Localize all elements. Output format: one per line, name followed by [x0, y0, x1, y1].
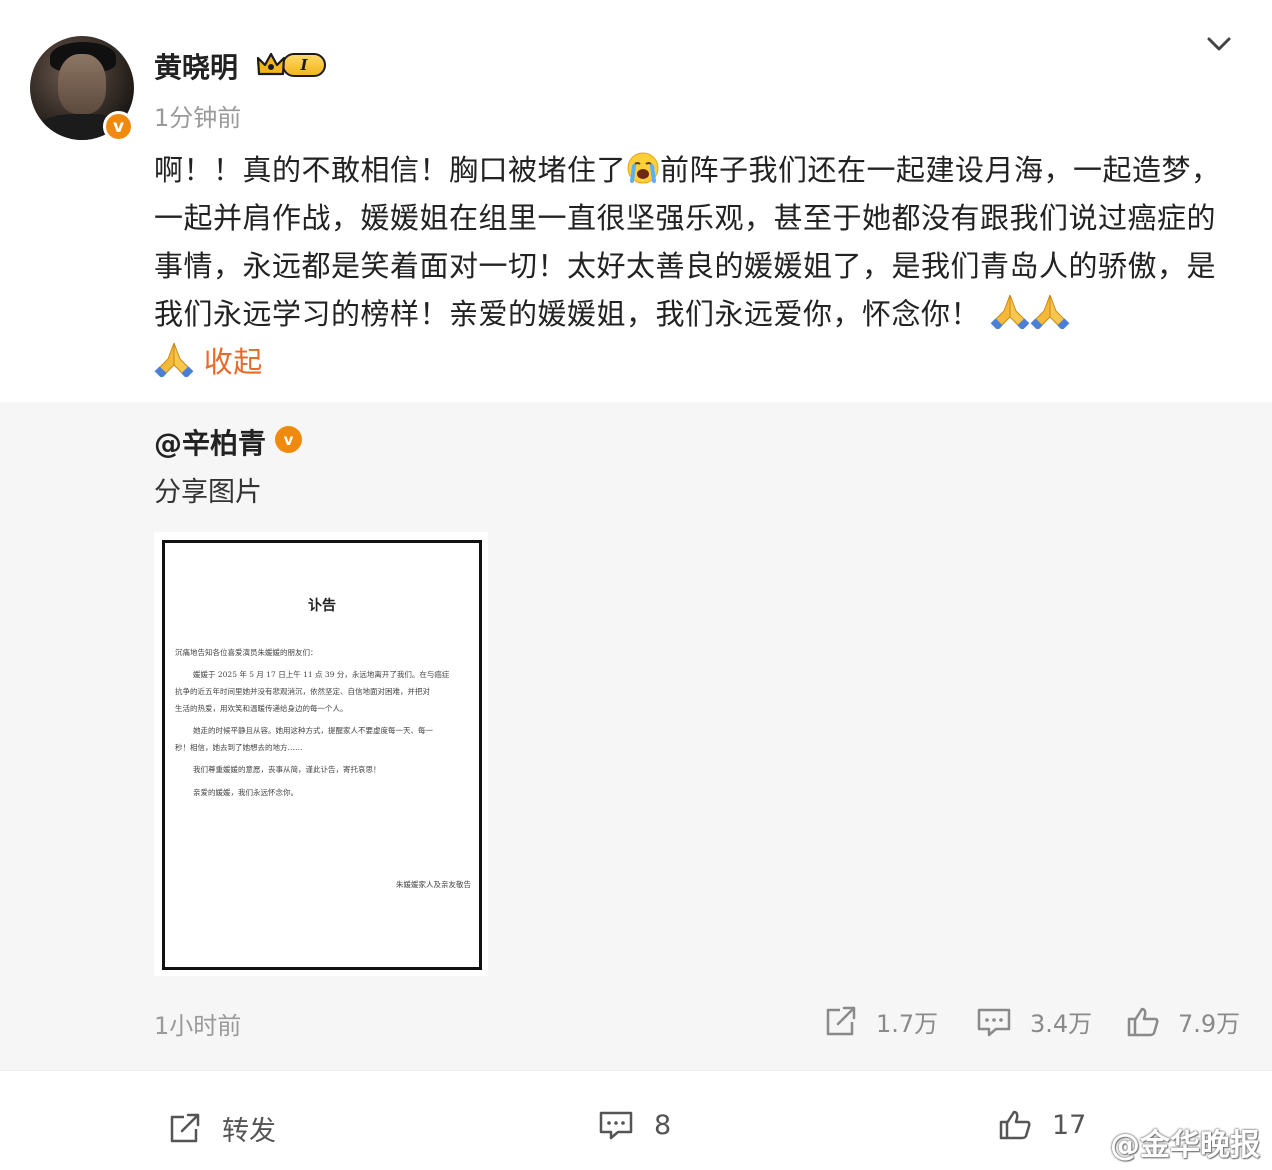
- repost-like-button[interactable]: 7.9万: [1126, 1004, 1240, 1039]
- pray-hands-icon: [990, 294, 1030, 329]
- thumbs-up-icon: [999, 1110, 1031, 1140]
- like-count: 7.9万: [1178, 1010, 1241, 1038]
- post-text-start: 啊！！真的不敢相信！胸口被堵住了: [154, 153, 627, 187]
- verified-icon: v: [103, 111, 134, 142]
- repost-label: 转发: [222, 1116, 276, 1147]
- document-line: 抗争的近五年时间里她并没有悲观消沉，依然坚定、自信地面对困难，并把对: [175, 687, 430, 696]
- document-line: 我们尊重媛媛的意愿，丧事从简，谨此讣告，寄托哀思！: [193, 765, 381, 774]
- repost-forward-button[interactable]: 1.7万: [824, 1004, 938, 1039]
- watermark-text: @金华晚报: [1110, 1128, 1260, 1163]
- repost-count: 1.7万: [876, 1010, 939, 1038]
- crown-icon: [256, 52, 286, 76]
- document-line: 亲爱的媛媛，我们永远怀念你。: [193, 788, 298, 797]
- repost-button[interactable]: 转发: [168, 1109, 276, 1148]
- pray-hands-icon: [1030, 294, 1070, 329]
- verified-icon: v: [275, 426, 302, 453]
- document-title: 讣告: [308, 598, 336, 614]
- document-line: 媛媛于 2025 年 5 月 17 日上午 11 点 39 分，永远地离开了我们…: [193, 670, 450, 679]
- chevron-down-icon[interactable]: [1204, 34, 1234, 54]
- comment-icon: [599, 1111, 633, 1140]
- repost-timestamp[interactable]: 1小时前: [154, 1006, 241, 1041]
- crying-emoji-icon: [627, 152, 659, 184]
- collapse-link[interactable]: 收起: [204, 345, 263, 379]
- comment-icon: [977, 1008, 1011, 1036]
- post-timestamp[interactable]: 1分钟前: [154, 98, 241, 133]
- obituary-image[interactable]: 讣告 沉痛地告知各位喜爱演员朱媛媛的朋友们： 媛媛于 2025 年 5 月 17…: [154, 532, 488, 976]
- share-icon: [170, 1113, 200, 1142]
- weibo-logo-icon: [1063, 1127, 1102, 1158]
- repost-text: 分享图片: [154, 477, 262, 508]
- share-icon: [826, 1006, 856, 1035]
- document-line: 生活的热爱，用欢笑和温暖传递给身边的每一个人。: [175, 704, 348, 713]
- document-line: 秒！相信，她去到了她想去的地方……: [175, 743, 303, 752]
- username[interactable]: 黄晓明: [154, 46, 238, 86]
- member-level-badge: I: [282, 53, 326, 77]
- thumbs-up-icon: [1127, 1007, 1159, 1036]
- document-signature: 朱媛媛家人及亲友敬告: [396, 880, 471, 889]
- document-salutation: 沉痛地告知各位喜爱演员朱媛媛的朋友们：: [175, 648, 318, 657]
- comment-count: 8: [654, 1109, 672, 1141]
- obituary-document: 讣告 沉痛地告知各位喜爱演员朱媛媛的朋友们： 媛媛于 2025 年 5 月 17…: [162, 540, 482, 970]
- source-watermark: @金华晚报: [1062, 1120, 1260, 1164]
- comment-button[interactable]: 8: [598, 1109, 671, 1141]
- member-badge[interactable]: I: [256, 51, 326, 79]
- comment-count: 3.4万: [1030, 1010, 1093, 1038]
- repost-card[interactable]: @辛柏青 v 分享图片 讣告 沉痛地告知各位喜爱演员朱媛媛的朋友们： 媛媛于 2…: [0, 402, 1272, 1070]
- document-line: 她走的时候平静且从容。她用这种方式，提醒家人不要虚度每一天、每一: [193, 726, 433, 735]
- repost-comment-button[interactable]: 3.4万: [976, 1004, 1092, 1039]
- pray-hands-icon: [154, 342, 194, 377]
- weibo-post: v 黄晓明 I 1分钟前 啊！！真的不敢相信！胸口被堵住了 前阵子我们还在一起建…: [0, 0, 1272, 1170]
- repost-username[interactable]: @辛柏青: [154, 422, 266, 462]
- post-text: 啊！！真的不敢相信！胸口被堵住了 前阵子我们还在一起建设月海，一起造梦，一起并肩…: [154, 146, 1234, 386]
